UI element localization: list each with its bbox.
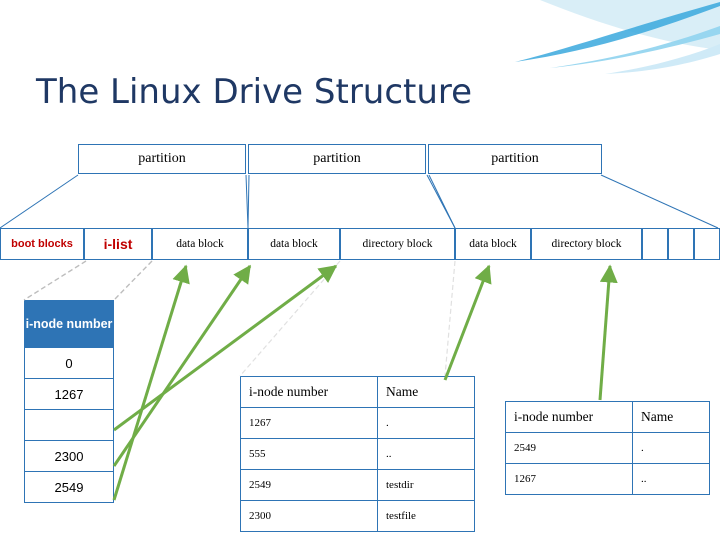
table-row: 555 .. xyxy=(240,438,475,470)
dir1-row2-name: testdir xyxy=(377,469,475,501)
table-row xyxy=(24,409,114,441)
dir1-row1-name: .. xyxy=(377,438,475,470)
partition-box-2: partition xyxy=(248,144,426,174)
dir1-row3-number: 2300 xyxy=(240,500,378,532)
inode-number-header: i-node number xyxy=(24,300,114,348)
block-boot-blocks: boot blocks xyxy=(0,228,84,260)
dir2-row1-number: 1267 xyxy=(505,463,633,495)
table-row: i-node number Name xyxy=(240,376,475,408)
dir2-header-inode-number: i-node number xyxy=(505,401,633,433)
inode-cell-blank xyxy=(24,409,114,441)
inode-cell-1267: 1267 xyxy=(24,378,114,410)
dir2-row1-name: .. xyxy=(632,463,710,495)
table-row: 2300 testfile xyxy=(240,500,475,532)
table-row: 2300 xyxy=(24,440,114,472)
block-empty-2 xyxy=(668,228,694,260)
table-row: 2549 testdir xyxy=(240,469,475,501)
page-title: The Linux Drive Structure xyxy=(36,72,473,112)
dir1-row2-number: 2549 xyxy=(240,469,378,501)
table-row: i-node number xyxy=(24,300,114,348)
dir2-header-name: Name xyxy=(632,401,710,433)
dir1-row0-name: . xyxy=(377,407,475,439)
partition-box-3: partition xyxy=(428,144,602,174)
table-row: 1267 xyxy=(24,378,114,410)
dir1-row3-name: testfile xyxy=(377,500,475,532)
directory-table-primary: i-node number Name 1267 . 555 .. 2549 te… xyxy=(240,376,475,532)
block-directory-block-1: directory block xyxy=(340,228,455,260)
slide-canvas: The Linux Drive Structure partition part… xyxy=(0,0,720,540)
directory-table-secondary: i-node number Name 2549 . 1267 .. xyxy=(505,401,710,495)
dir2-row0-number: 2549 xyxy=(505,432,633,464)
table-row: 2549 . xyxy=(505,432,710,464)
table-row: 1267 . xyxy=(240,407,475,439)
table-row: 2549 xyxy=(24,471,114,503)
dir1-row1-number: 555 xyxy=(240,438,378,470)
block-directory-block-2: directory block xyxy=(531,228,642,260)
block-empty-3 xyxy=(694,228,720,260)
table-row: 0 xyxy=(24,347,114,379)
table-row: i-node number Name xyxy=(505,401,710,433)
inode-cell-2549: 2549 xyxy=(24,471,114,503)
block-data-block-3: data block xyxy=(455,228,531,260)
block-i-list: i-list xyxy=(84,228,152,260)
inode-number-table: i-node number 0 1267 2300 2549 xyxy=(24,300,114,503)
block-empty-1 xyxy=(642,228,668,260)
dir2-row0-name: . xyxy=(632,432,710,464)
dir1-header-name: Name xyxy=(377,376,475,408)
partition-box-1: partition xyxy=(78,144,246,174)
dir1-row0-number: 1267 xyxy=(240,407,378,439)
inode-cell-0: 0 xyxy=(24,347,114,379)
table-row: 1267 .. xyxy=(505,463,710,495)
block-data-block-2: data block xyxy=(248,228,340,260)
inode-cell-2300: 2300 xyxy=(24,440,114,472)
dir1-header-inode-number: i-node number xyxy=(240,376,378,408)
block-data-block-1: data block xyxy=(152,228,248,260)
